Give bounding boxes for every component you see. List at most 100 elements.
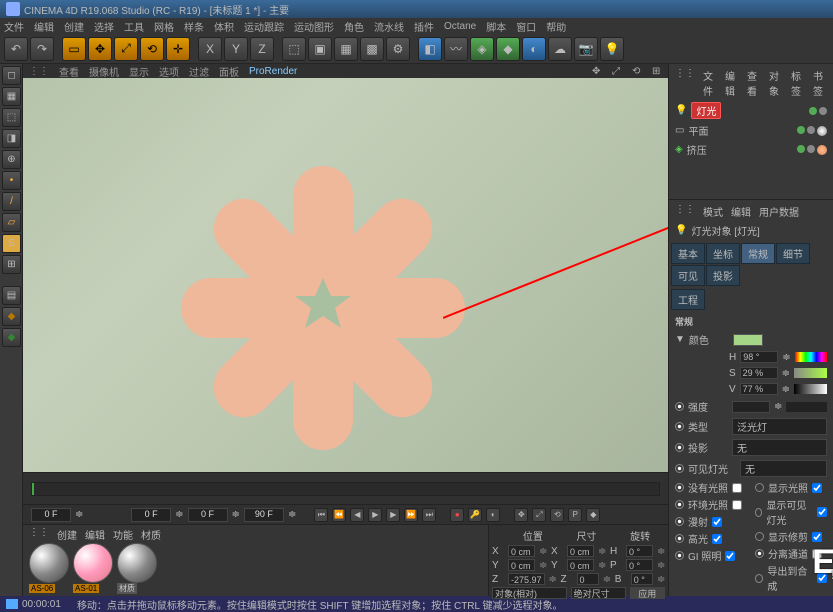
generator-button[interactable]: ◆ [496,37,520,61]
om-tag[interactable]: 标签 [791,68,805,98]
spinner-icon[interactable]: ≑ [75,509,83,520]
arrow-icon[interactable]: ▼ [675,334,685,345]
shadow-select[interactable]: 无 [732,439,827,456]
select-tool[interactable]: ▭ [62,37,86,61]
render-view-button[interactable]: ▣ [308,37,332,61]
goto-end-button[interactable]: ⏭ [422,508,436,522]
vp-display[interactable]: 显示 [129,64,149,79]
mat-create[interactable]: 创建 [57,527,77,539]
vislight-select[interactable]: 无 [740,460,827,477]
vp-options[interactable]: 选项 [159,64,179,79]
goto-start-button[interactable]: ⏮ [314,508,328,522]
light-button[interactable]: 💡 [600,37,624,61]
rotate-tool[interactable]: ⟲ [140,37,164,61]
camera-button[interactable]: 📷 [574,37,598,61]
vp-nav2-icon[interactable]: ⤢ [612,66,622,76]
tab-general[interactable]: 常规 [741,243,775,264]
autokey-button[interactable]: 🔑 [468,508,482,522]
vp-filter[interactable]: 过滤 [189,64,209,79]
tab-visible[interactable]: 可见 [671,265,705,286]
pos-y[interactable]: 0 cm [508,559,535,571]
vp-nav3-icon[interactable]: ⟲ [632,66,642,76]
rot-key-button[interactable]: ⟲ [550,508,564,522]
deformer-button[interactable]: ◐ [522,37,546,61]
menu-motrack[interactable]: 运动跟踪 [244,19,284,34]
playhead[interactable] [32,483,34,495]
color-swatch[interactable] [733,334,763,346]
hue-slider[interactable] [795,352,827,362]
hue-input[interactable]: 98 ° [740,351,778,363]
intensity-input[interactable] [732,401,770,413]
timeline-ruler[interactable] [31,482,660,496]
nurbs-button[interactable]: ◈ [470,37,494,61]
play-button[interactable]: ▶ [368,508,382,522]
y-axis-button[interactable]: Y [224,37,248,61]
om-view[interactable]: 查看 [747,68,761,98]
am-edit[interactable]: 编辑 [731,204,751,219]
render-pv-button[interactable]: ▩ [360,37,384,61]
size-mode[interactable]: 绝对尺寸 [571,587,626,599]
redo-button[interactable]: ↷ [30,37,54,61]
menu-plugins[interactable]: 插件 [414,19,434,34]
menu-volume[interactable]: 体积 [214,19,234,34]
vp-view[interactable]: 查看 [59,64,79,79]
check-show-illum[interactable]: 显示光照 [751,479,831,496]
menu-character[interactable]: 角色 [344,19,364,34]
last-tool[interactable]: ✛ [166,37,190,61]
keysel-button[interactable]: ◐ [486,508,500,522]
pla-key-button[interactable]: ◆ [586,508,600,522]
menu-spline[interactable]: 样条 [184,19,204,34]
rot-p[interactable]: 0 ° [626,559,653,571]
spline-button[interactable]: 〰 [444,37,468,61]
x-axis-button[interactable]: X [198,37,222,61]
rot-b[interactable]: 0 ° [631,573,653,585]
mat-func[interactable]: 功能 [113,527,133,539]
prev-frame-button[interactable]: ◀ [350,508,364,522]
frame-max[interactable]: 90 F [244,508,284,522]
viewport[interactable] [23,78,668,472]
frame-current[interactable]: 0 F [131,508,171,522]
check-gi[interactable]: GI 照明 [671,547,751,564]
point-mode-button[interactable]: • [2,171,21,190]
size-y[interactable]: 0 cm [567,559,594,571]
menu-pipeline[interactable]: 流水线 [374,19,404,34]
undo-button[interactable]: ↶ [4,37,28,61]
tab-project[interactable]: 工程 [671,289,705,310]
spinner-icon[interactable]: ≑ [232,509,240,520]
material-item[interactable]: AS-06 [29,543,69,594]
check-show-vis[interactable]: 显示可见灯光 [751,496,831,528]
pos-x[interactable]: 0 cm [508,545,535,557]
om-file[interactable]: 文件 [703,68,717,98]
menu-help[interactable]: 帮助 [546,19,566,34]
menu-octane[interactable]: Octane [444,21,476,32]
om-edit[interactable]: 编辑 [725,68,739,98]
poly-mode-button[interactable]: ▱ [2,213,21,232]
frame-start[interactable]: 0 F [31,508,71,522]
menu-mograph[interactable]: 运动图形 [294,19,334,34]
type-select[interactable]: 泛光灯 [732,418,827,435]
size-x[interactable]: 0 cm [567,545,594,557]
workplane-button[interactable]: ⬚ [2,108,21,127]
check-no-illum[interactable]: 没有光照 [671,479,751,496]
render-settings-button[interactable]: ⚙ [386,37,410,61]
axis-mode-button[interactable]: ⊕ [2,150,21,169]
menu-file[interactable]: 文件 [4,19,24,34]
tab-detail[interactable]: 细节 [776,243,810,264]
scale-tool[interactable]: ⤢ [114,37,138,61]
apply-button[interactable]: 应用 [630,587,665,599]
misc2-button[interactable]: ◆ [2,328,21,347]
move-tool[interactable]: ✥ [88,37,112,61]
check-diffuse[interactable]: 漫射 [671,513,751,530]
val-slider[interactable] [794,384,827,394]
material-item[interactable]: 材质 [117,543,157,594]
frame-min[interactable]: 0 F [188,508,228,522]
tab-shadow[interactable]: 投影 [706,265,740,286]
param-key-button[interactable]: P [568,508,582,522]
sat-input[interactable]: 29 % [740,367,778,379]
intensity-slider[interactable] [786,402,827,412]
next-key-button[interactable]: ⏩ [404,508,418,522]
record-button[interactable]: ● [450,508,464,522]
menu-mesh[interactable]: 网格 [154,19,174,34]
misc-button[interactable]: ◆ [2,307,21,326]
menu-select[interactable]: 选择 [94,19,114,34]
